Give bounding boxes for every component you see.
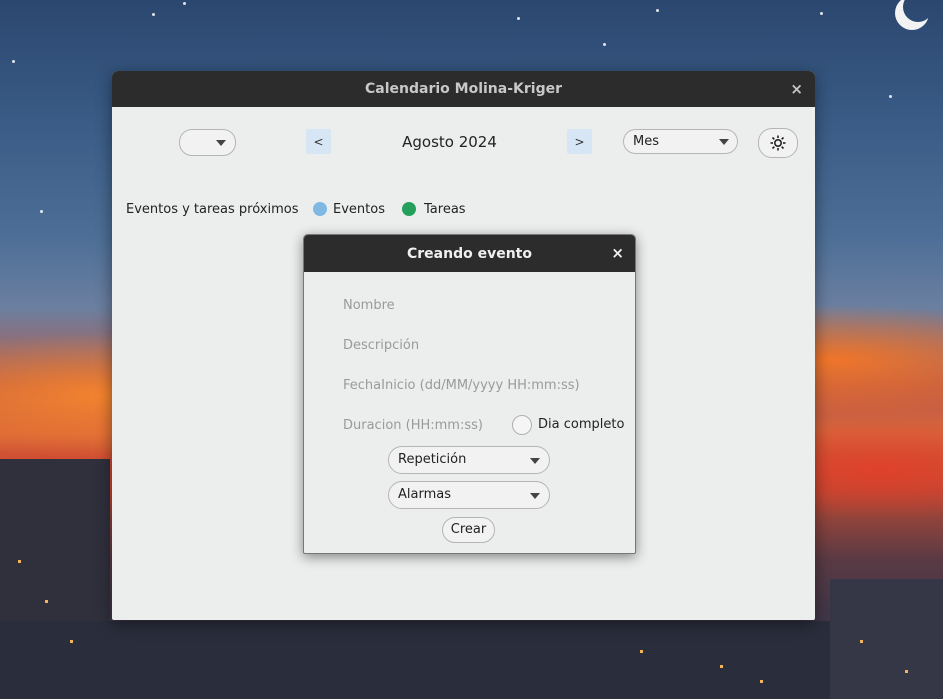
repeat-select-value: Repetición bbox=[398, 452, 467, 467]
city-light bbox=[18, 560, 21, 563]
star bbox=[183, 2, 186, 5]
event-start-date-field[interactable] bbox=[343, 373, 593, 397]
chevron-down-icon bbox=[530, 458, 540, 464]
dialog-title: Creando evento bbox=[407, 245, 532, 262]
city-light bbox=[760, 680, 763, 683]
event-description-field[interactable] bbox=[343, 333, 593, 357]
view-mode-value: Mes bbox=[633, 134, 659, 149]
repeat-select[interactable]: Repetición bbox=[388, 446, 550, 474]
window-close-button[interactable]: × bbox=[790, 80, 803, 98]
calendar-select-combo[interactable] bbox=[179, 129, 236, 156]
star bbox=[152, 13, 155, 16]
all-day-radio[interactable] bbox=[512, 415, 532, 435]
city-light bbox=[45, 600, 48, 603]
sun-icon bbox=[770, 135, 786, 151]
window-titlebar[interactable]: Calendario Molina-Kriger × bbox=[112, 71, 815, 107]
event-name-field[interactable] bbox=[343, 293, 593, 317]
upcoming-heading: Eventos y tareas próximos bbox=[126, 202, 299, 217]
alarms-select[interactable]: Alarmas bbox=[388, 481, 550, 509]
tasks-color-dot bbox=[402, 202, 416, 216]
alarms-select-value: Alarmas bbox=[398, 487, 451, 502]
star bbox=[820, 12, 823, 15]
event-duration-field[interactable] bbox=[343, 413, 503, 437]
city-light bbox=[70, 640, 73, 643]
dialog-titlebar[interactable]: Creando evento × bbox=[304, 235, 635, 272]
legend-events-label: Eventos bbox=[333, 202, 385, 217]
next-month-button[interactable]: > bbox=[567, 129, 592, 154]
star bbox=[603, 43, 606, 46]
star bbox=[656, 9, 659, 12]
dialog-close-button[interactable]: × bbox=[611, 244, 624, 262]
city-skyline bbox=[0, 621, 943, 699]
moon-shape bbox=[903, 0, 933, 22]
all-day-label: Dia completo bbox=[538, 417, 625, 432]
create-event-dialog: Creando evento × Dia completo Repetición… bbox=[303, 234, 636, 554]
city-light bbox=[720, 665, 723, 668]
current-month-label: Agosto 2024 bbox=[402, 133, 497, 151]
create-button[interactable]: Crear bbox=[442, 517, 495, 543]
city-light bbox=[905, 670, 908, 673]
window-title: Calendario Molina-Kriger bbox=[365, 81, 562, 97]
star bbox=[889, 95, 892, 98]
events-color-dot bbox=[313, 202, 327, 216]
building bbox=[830, 579, 943, 699]
chevron-down-icon bbox=[216, 140, 226, 146]
chevron-down-icon bbox=[719, 139, 729, 145]
city-light bbox=[860, 640, 863, 643]
chevron-down-icon bbox=[530, 493, 540, 499]
theme-toggle-button[interactable] bbox=[758, 128, 798, 158]
star bbox=[12, 60, 15, 63]
city-light bbox=[640, 650, 643, 653]
prev-month-button[interactable]: < bbox=[306, 129, 331, 154]
legend-tasks-label: Tareas bbox=[424, 202, 466, 217]
star bbox=[517, 17, 520, 20]
star bbox=[40, 210, 43, 213]
view-mode-select[interactable]: Mes bbox=[623, 129, 738, 154]
